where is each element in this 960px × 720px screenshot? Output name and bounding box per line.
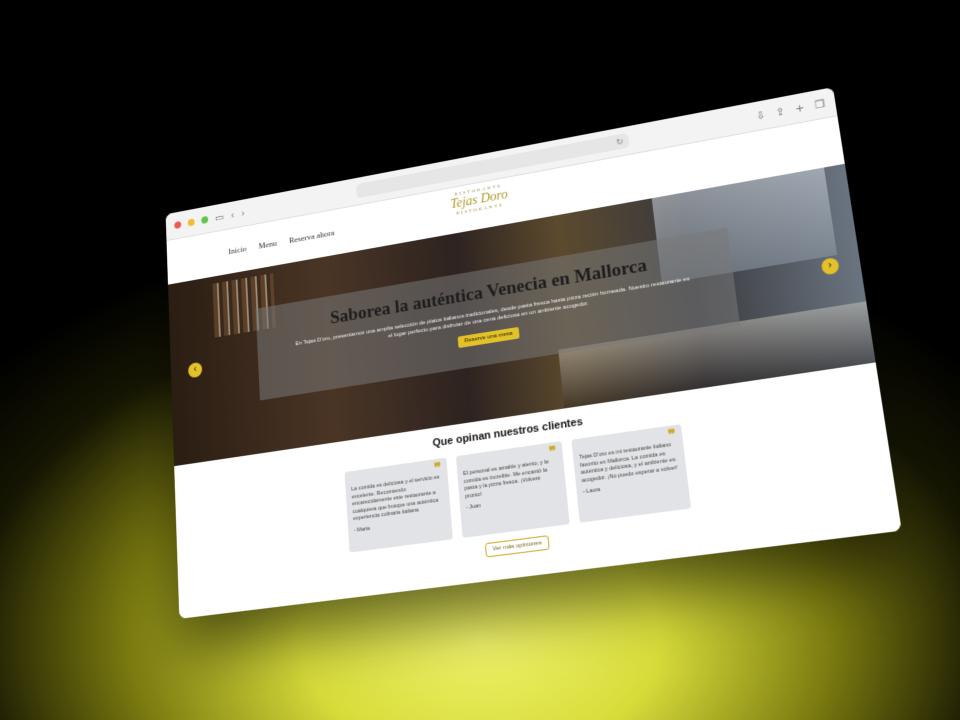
new-tab-icon[interactable]: + (794, 101, 805, 115)
site-logo[interactable]: RISTORANTE Tejas Doro RISTORANTE (446, 183, 514, 229)
reserve-table-button[interactable]: Reserve una mesa (457, 326, 520, 349)
sidebar-icon[interactable]: ▭ (215, 211, 224, 224)
browser-window: ▭ ‹ › ↻ ⇩ ⇪ + ❐ Inicio Menu Reserva ahor… (165, 87, 902, 619)
quote-icon: ❞ (548, 444, 558, 462)
nav-item-menu[interactable]: Menu (258, 238, 277, 250)
main-nav: Inicio Menu Reserva ahora (228, 228, 334, 256)
more-reviews-button[interactable]: Ver más opiniones (485, 535, 550, 558)
quote-icon: ❞ (433, 461, 442, 478)
minimize-window-button[interactable] (187, 218, 195, 227)
carousel-next-button[interactable]: › (820, 256, 840, 276)
testimonial-card: ❞ El personal es amable y atento, y la c… (455, 441, 570, 538)
reload-icon[interactable]: ↻ (616, 136, 624, 147)
share-icon[interactable]: ⇪ (775, 105, 786, 119)
nav-item-reserva[interactable]: Reserva ahora (289, 228, 335, 245)
carousel-prev-button[interactable]: ‹ (187, 361, 203, 379)
tabs-overview-icon[interactable]: ❐ (814, 97, 826, 111)
testimonial-card: ❞ La comida es deliciosa y el servicio e… (344, 457, 453, 553)
quote-icon: ❞ (667, 427, 677, 445)
forward-icon[interactable]: › (241, 207, 245, 219)
close-window-button[interactable] (174, 220, 182, 230)
background-stage: ▭ ‹ › ↻ ⇩ ⇪ + ❐ Inicio Menu Reserva ahor… (0, 0, 960, 720)
back-icon[interactable]: ‹ (230, 209, 234, 221)
nav-item-inicio[interactable]: Inicio (228, 244, 246, 256)
download-icon[interactable]: ⇩ (755, 108, 766, 122)
maximize-window-button[interactable] (201, 215, 209, 225)
testimonial-card: ❞ Tejas D'oro es mi restaurante italiano… (571, 424, 692, 523)
